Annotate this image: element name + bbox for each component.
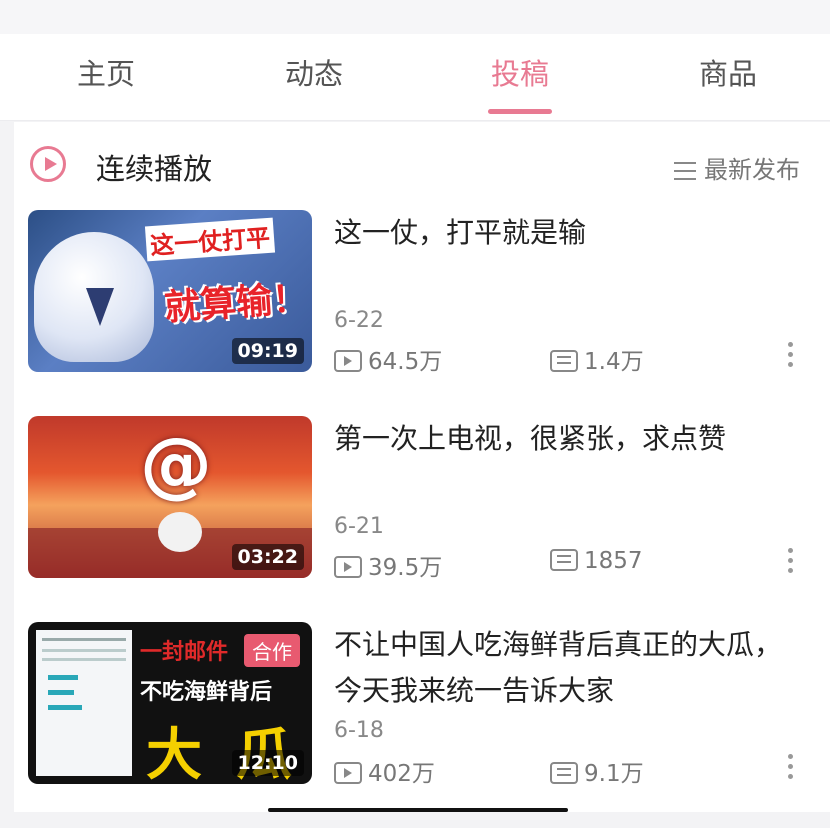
view-count-value: 39.5万 (368, 555, 443, 581)
video-item[interactable]: 这一仗打平 就算输！ 09:19 这一仗，打平就是输 6-22 64.5万 1.… (14, 210, 830, 416)
play-circle-icon[interactable] (30, 146, 66, 182)
video-date: 6-22 (334, 308, 384, 333)
danmaku-icon (550, 549, 578, 571)
danmaku-icon (550, 762, 578, 784)
video-item[interactable]: 一封邮件 合作 不吃海鲜背后 大 瓜 12:10 不让中国人吃海鲜背后真正的大瓜… (14, 622, 830, 828)
danmaku-count-value: 1857 (584, 548, 643, 574)
active-tab-indicator (488, 109, 552, 114)
video-item[interactable]: @ 03:22 第一次上电视，很紧张，求点赞 6-21 39.5万 1857 (14, 416, 830, 622)
play-count-icon (334, 556, 362, 578)
tab-label: 动态 (284, 57, 343, 91)
collab-badge: 合作 (244, 634, 300, 667)
video-thumbnail[interactable]: 一封邮件 合作 不吃海鲜背后 大 瓜 12:10 (28, 622, 312, 784)
view-count: 402万 (334, 754, 435, 788)
view-count-value: 64.5万 (368, 349, 443, 375)
video-thumbnail[interactable]: 这一仗打平 就算输！ 09:19 (28, 210, 312, 372)
cover-document-image (36, 630, 132, 776)
tab-label: 投稿 (490, 57, 549, 91)
danmaku-count: 1.4万 (550, 342, 644, 376)
lightning-icon (86, 288, 114, 326)
view-count: 39.5万 (334, 548, 442, 582)
more-options-icon[interactable] (788, 754, 794, 784)
cover-character (158, 512, 202, 552)
tab-home[interactable]: 主页 (26, 34, 186, 120)
video-duration: 12:10 (231, 750, 304, 776)
danmaku-count-value: 9.1万 (584, 761, 644, 787)
tab-products[interactable]: 商品 (648, 34, 808, 120)
tab-uploads[interactable]: 投稿 (440, 34, 600, 120)
more-options-icon[interactable] (788, 342, 794, 372)
cover-text: 不吃海鲜背后 (140, 680, 273, 705)
danmaku-count: 9.1万 (550, 754, 644, 788)
home-indicator (268, 808, 568, 812)
cover-text: 大 (146, 723, 202, 784)
tab-label: 主页 (76, 57, 135, 91)
danmaku-icon (550, 350, 578, 372)
danmaku-count-value: 1.4万 (584, 349, 644, 375)
cover-text: 一封邮件 (140, 640, 229, 665)
video-date: 6-21 (334, 514, 384, 539)
view-count-value: 402万 (368, 761, 435, 787)
video-title[interactable]: 不让中国人吃海鲜背后真正的大瓜，今天我来统一告诉大家 (334, 622, 794, 714)
danmaku-count: 1857 (550, 548, 643, 574)
video-list-panel: 连续播放 最新发布 这一仗打平 就算输！ 09:19 这一仗，打平就是输 6-2… (14, 122, 830, 812)
video-date: 6-18 (334, 718, 384, 743)
more-options-icon[interactable] (788, 548, 794, 578)
video-duration: 03:22 (231, 544, 304, 570)
sort-label: 最新发布 (704, 156, 800, 184)
view-count: 64.5万 (334, 342, 442, 376)
video-thumbnail[interactable]: @ 03:22 (28, 416, 312, 578)
video-title[interactable]: 第一次上电视，很紧张，求点赞 (334, 416, 794, 462)
cover-text: 就算输！ (162, 278, 310, 329)
sort-button[interactable]: 最新发布 (674, 150, 800, 185)
video-title[interactable]: 这一仗，打平就是输 (334, 210, 794, 256)
profile-tab-bar: 主页 动态 投稿 商品 (0, 34, 830, 121)
continuous-play-bar: 连续播放 最新发布 (14, 122, 830, 210)
cover-text: 这一仗打平 (144, 217, 276, 262)
continuous-play-button[interactable]: 连续播放 (96, 146, 212, 188)
play-count-icon (334, 762, 362, 784)
tab-dynamics[interactable]: 动态 (234, 34, 394, 120)
status-bar (0, 0, 830, 34)
video-duration: 09:19 (231, 338, 304, 364)
tab-label: 商品 (698, 57, 757, 91)
cover-text: @ (140, 422, 212, 506)
play-count-icon (334, 350, 362, 372)
sort-lines-icon (674, 162, 696, 180)
